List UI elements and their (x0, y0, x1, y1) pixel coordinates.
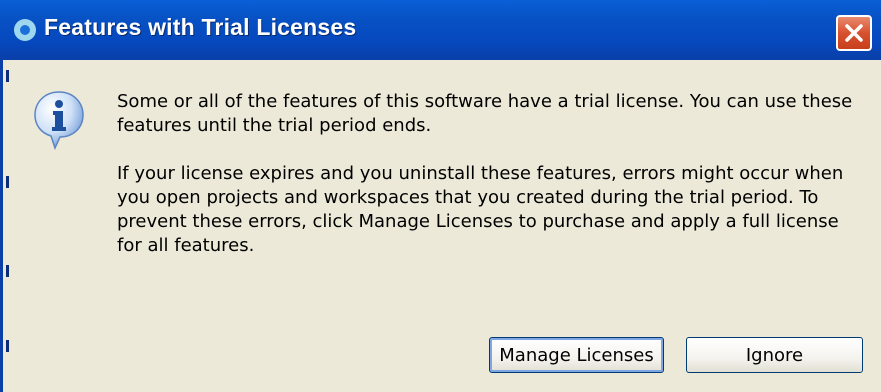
close-button[interactable] (836, 15, 872, 51)
message-text: Some or all of the features of this soft… (117, 90, 867, 258)
title-bar[interactable]: Features with Trial Licenses (0, 0, 881, 60)
message-paragraph-2: If your license expires and you uninstal… (117, 163, 844, 256)
close-icon (845, 24, 863, 42)
dialog-title: Features with Trial Licenses (44, 14, 357, 40)
trial-licenses-dialog: Features with Trial Licenses Some or all… (0, 0, 881, 392)
message-paragraph-1: Some or all of the features of this soft… (117, 91, 853, 136)
ignore-button[interactable]: Ignore (686, 337, 863, 373)
manage-licenses-button[interactable]: Manage Licenses (489, 337, 664, 373)
app-icon (14, 19, 36, 41)
info-icon (34, 91, 84, 150)
